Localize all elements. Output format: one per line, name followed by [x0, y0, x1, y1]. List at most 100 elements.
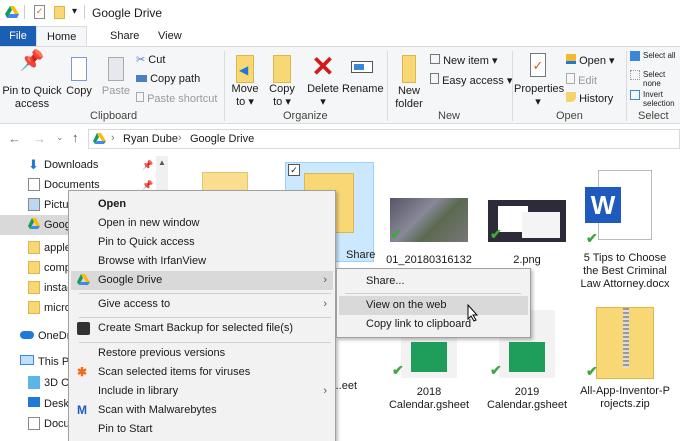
menu-item-pin-quick-access[interactable]: Pin to Quick access: [71, 233, 333, 252]
malwarebytes-icon: M: [77, 403, 87, 417]
submenu-item-share[interactable]: Share...: [339, 272, 528, 291]
move-to-icon: ◀: [236, 55, 254, 83]
history-button[interactable]: History: [566, 92, 613, 106]
copy-path-icon: [136, 75, 147, 82]
context-menu: Open Open in new window Pin to Quick acc…: [68, 190, 336, 441]
menu-item-scan-viruses[interactable]: ✱ Scan selected items for viruses: [71, 363, 333, 382]
copy-path-button[interactable]: Copy path: [136, 73, 200, 86]
menu-item-google-drive[interactable]: Google Drive ›: [71, 271, 333, 290]
select-all-icon: [630, 51, 640, 61]
menu-item-include-library[interactable]: Include in library ›: [71, 382, 333, 401]
menu-item-browse-irfanview[interactable]: Browse with IrfanView: [71, 252, 333, 271]
easy-access-button[interactable]: Easy access ▾: [430, 73, 512, 88]
backup-icon: [77, 322, 90, 335]
google-drive-icon: [93, 133, 106, 144]
submenu-chevron-icon: ›: [323, 274, 327, 286]
submenu-item-copy-link[interactable]: Copy link to clipboard: [339, 315, 528, 334]
document-icon: [28, 178, 40, 191]
zip-folder-icon: [596, 307, 654, 379]
nav-item-downloads[interactable]: ⬇ Downloads 📌: [0, 155, 160, 175]
menu-item-give-access[interactable]: Give access to ›: [71, 295, 333, 314]
folder-icon: [28, 261, 40, 274]
pin-icon: 📌: [19, 50, 45, 72]
ribbon-tabs: File Home Share View: [0, 26, 680, 47]
paste-shortcut-button[interactable]: Paste shortcut: [136, 92, 217, 106]
select-none-button[interactable]: Select none: [630, 70, 678, 88]
mouse-cursor-icon: [467, 304, 479, 322]
menu-item-restore-versions[interactable]: Restore previous versions: [71, 344, 333, 363]
pin-to-quick-access-button[interactable]: 📌 Pin to Quick access: [2, 50, 62, 111]
copy-to-icon: [273, 55, 291, 83]
edit-button[interactable]: Edit: [566, 73, 597, 88]
up-arrow-icon[interactable]: ↑: [72, 130, 79, 145]
cut-button[interactable]: ✂ Cut: [136, 54, 165, 67]
file-item-zip[interactable]: ✔ All-App-Inventor-Projects.zip: [580, 307, 670, 411]
computer-icon: [20, 355, 34, 365]
back-arrow-icon[interactable]: ←: [8, 131, 21, 146]
rename-button[interactable]: Rename: [342, 55, 384, 96]
new-item-icon: [430, 54, 440, 64]
history-icon: [566, 92, 576, 102]
google-drive-submenu: Share... View on the web Copy link to cl…: [336, 268, 531, 338]
breadcrumb-google-drive[interactable]: Google Drive: [190, 133, 254, 145]
select-none-icon: [630, 70, 640, 80]
edit-icon: [566, 73, 575, 84]
invert-selection-button[interactable]: Invert selection: [630, 90, 678, 108]
copy-icon: [71, 57, 87, 81]
word-document-icon: W: [585, 170, 652, 240]
properties-icon: ✓: [530, 53, 546, 77]
menu-item-open-new-window[interactable]: Open in new window: [71, 214, 333, 233]
paste-button[interactable]: Paste: [100, 55, 132, 98]
sync-check-icon: ✔: [586, 230, 598, 246]
sync-check-icon: ✔: [490, 362, 502, 378]
menu-item-smart-backup[interactable]: Create Smart Backup for selected file(s): [71, 319, 333, 338]
copy-to-button[interactable]: Copy to ▾: [266, 55, 298, 109]
properties-button[interactable]: ✓ Properties ▾: [514, 53, 564, 109]
folder-icon: [28, 281, 40, 294]
selection-checkbox[interactable]: ✓: [288, 164, 300, 176]
new-folder-quick-icon[interactable]: [54, 6, 65, 19]
customize-quick-access-dropdown[interactable]: ▾: [72, 6, 77, 17]
group-label-clipboard: Clipboard: [90, 110, 138, 122]
group-label-open: Open: [556, 110, 583, 122]
file-item-png[interactable]: ✔ 2.png: [482, 200, 572, 267]
file-name: 2018 Calendar.gsheet: [388, 386, 470, 411]
move-to-button[interactable]: ◀ Move to ▾: [228, 55, 262, 109]
open-icon: [566, 54, 576, 64]
sync-check-icon: ✔: [490, 226, 502, 242]
tab-view[interactable]: View: [148, 26, 192, 46]
folder-icon: [28, 241, 40, 254]
cube-icon: [28, 376, 40, 389]
tab-home[interactable]: Home: [36, 26, 88, 47]
title-bar: ✓ ▾ Google Drive: [0, 0, 680, 26]
menu-item-open[interactable]: Open: [71, 195, 333, 214]
submenu-item-view-on-web[interactable]: View on the web: [339, 296, 528, 315]
tab-file[interactable]: File: [0, 26, 36, 46]
new-folder-button[interactable]: New folder: [392, 55, 426, 111]
open-button[interactable]: Open ▾: [566, 54, 615, 68]
breadcrumb-ryan-dube[interactable]: Ryan Dube: [123, 133, 178, 145]
menu-item-pin-start[interactable]: Pin to Start: [71, 420, 333, 439]
select-all-button[interactable]: Select all: [630, 51, 678, 61]
sync-check-icon: ✔: [586, 363, 598, 379]
tab-share[interactable]: Share: [100, 26, 149, 46]
address-bar[interactable]: › Ryan Dube › Google Drive: [88, 129, 680, 149]
file-name: Share: [346, 249, 376, 261]
invert-selection-icon: [630, 90, 640, 100]
google-drive-icon: [77, 274, 90, 285]
scroll-up-icon[interactable]: ▲: [158, 158, 166, 167]
scissors-icon: ✂: [136, 54, 146, 66]
file-name: All-App-Inventor-Projects.zip: [580, 385, 670, 410]
recent-locations-chevron-icon[interactable]: ⌄: [56, 132, 64, 143]
menu-item-malwarebytes[interactable]: M Scan with Malwarebytes: [71, 401, 333, 420]
new-item-button[interactable]: New item ▾: [430, 54, 497, 68]
delete-button[interactable]: ✕ Delete ▾: [306, 51, 340, 109]
file-name: 2.png: [513, 254, 541, 266]
properties-quick-icon[interactable]: ✓: [34, 5, 45, 19]
pin-icon: 📌: [142, 160, 154, 170]
file-item-docx[interactable]: W ✔ 5 Tips to Choose the Best Criminal L…: [580, 170, 670, 291]
forward-arrow-icon[interactable]: →: [33, 131, 46, 146]
google-drive-icon: [28, 218, 40, 229]
group-label-select: Select: [638, 110, 669, 122]
copy-button[interactable]: Copy: [64, 55, 94, 98]
